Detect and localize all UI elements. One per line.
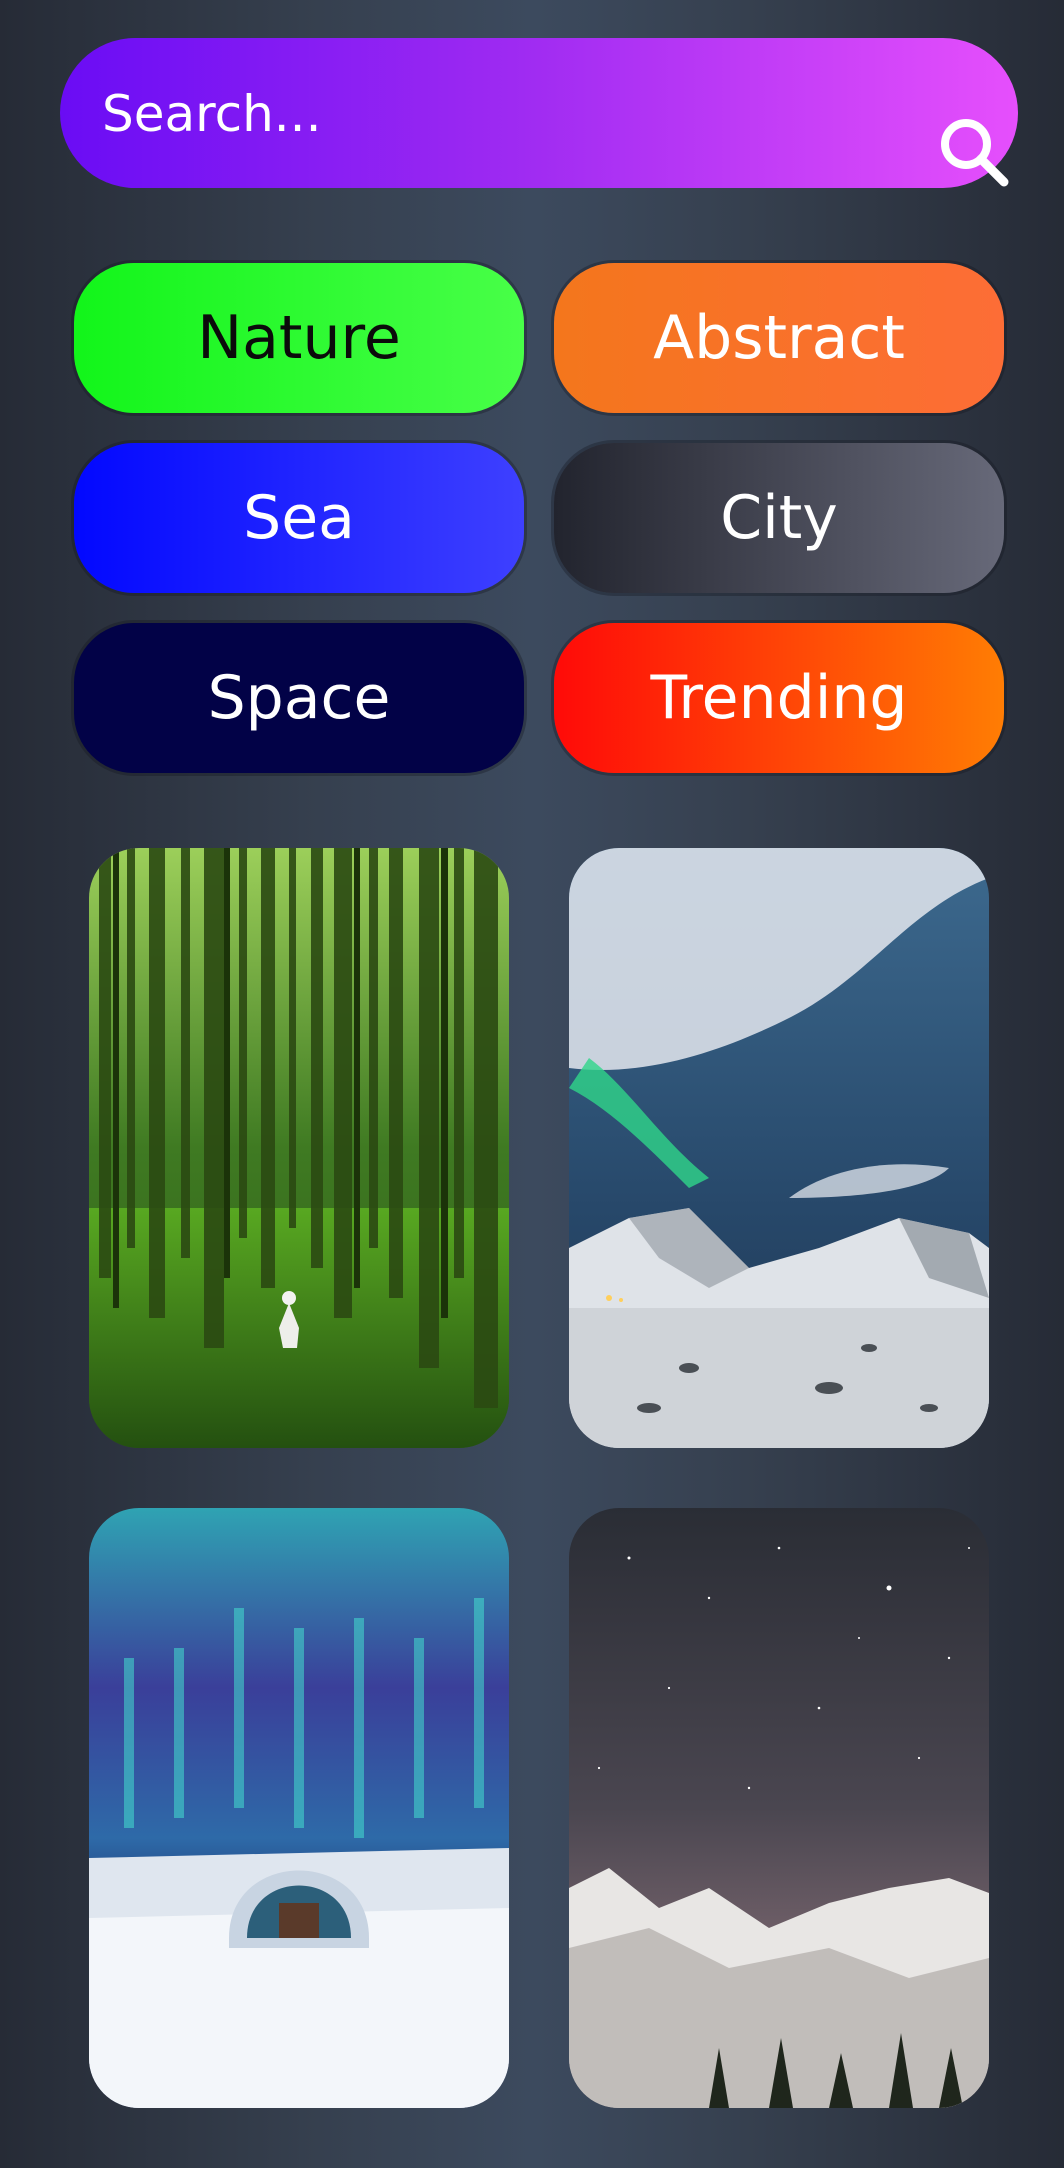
wallpaper-card-ice-igloo-aurora[interactable] — [89, 1508, 509, 2108]
aurora-mountain-image — [569, 848, 989, 1448]
category-city-button[interactable]: City — [554, 443, 1004, 593]
category-sea-button[interactable]: Sea — [74, 443, 524, 593]
wallpaper-card-starry-mountains[interactable] — [569, 1508, 989, 2108]
wallpaper-card-aurora-mountain[interactable] — [569, 848, 989, 1448]
search-bar[interactable] — [60, 38, 1018, 190]
category-abstract-button[interactable]: Abstract — [554, 263, 1004, 413]
ice-igloo-aurora-image — [89, 1508, 509, 2108]
wallpaper-card-forest[interactable] — [89, 848, 509, 1448]
category-space-button[interactable]: Space — [74, 623, 524, 773]
search-icon[interactable] — [938, 116, 1010, 188]
forest-image — [89, 848, 509, 1448]
search-input[interactable] — [100, 38, 864, 190]
category-trending-button[interactable]: Trending — [554, 623, 1004, 773]
category-nature-button[interactable]: Nature — [74, 263, 524, 413]
starry-mountains-image — [569, 1508, 989, 2108]
